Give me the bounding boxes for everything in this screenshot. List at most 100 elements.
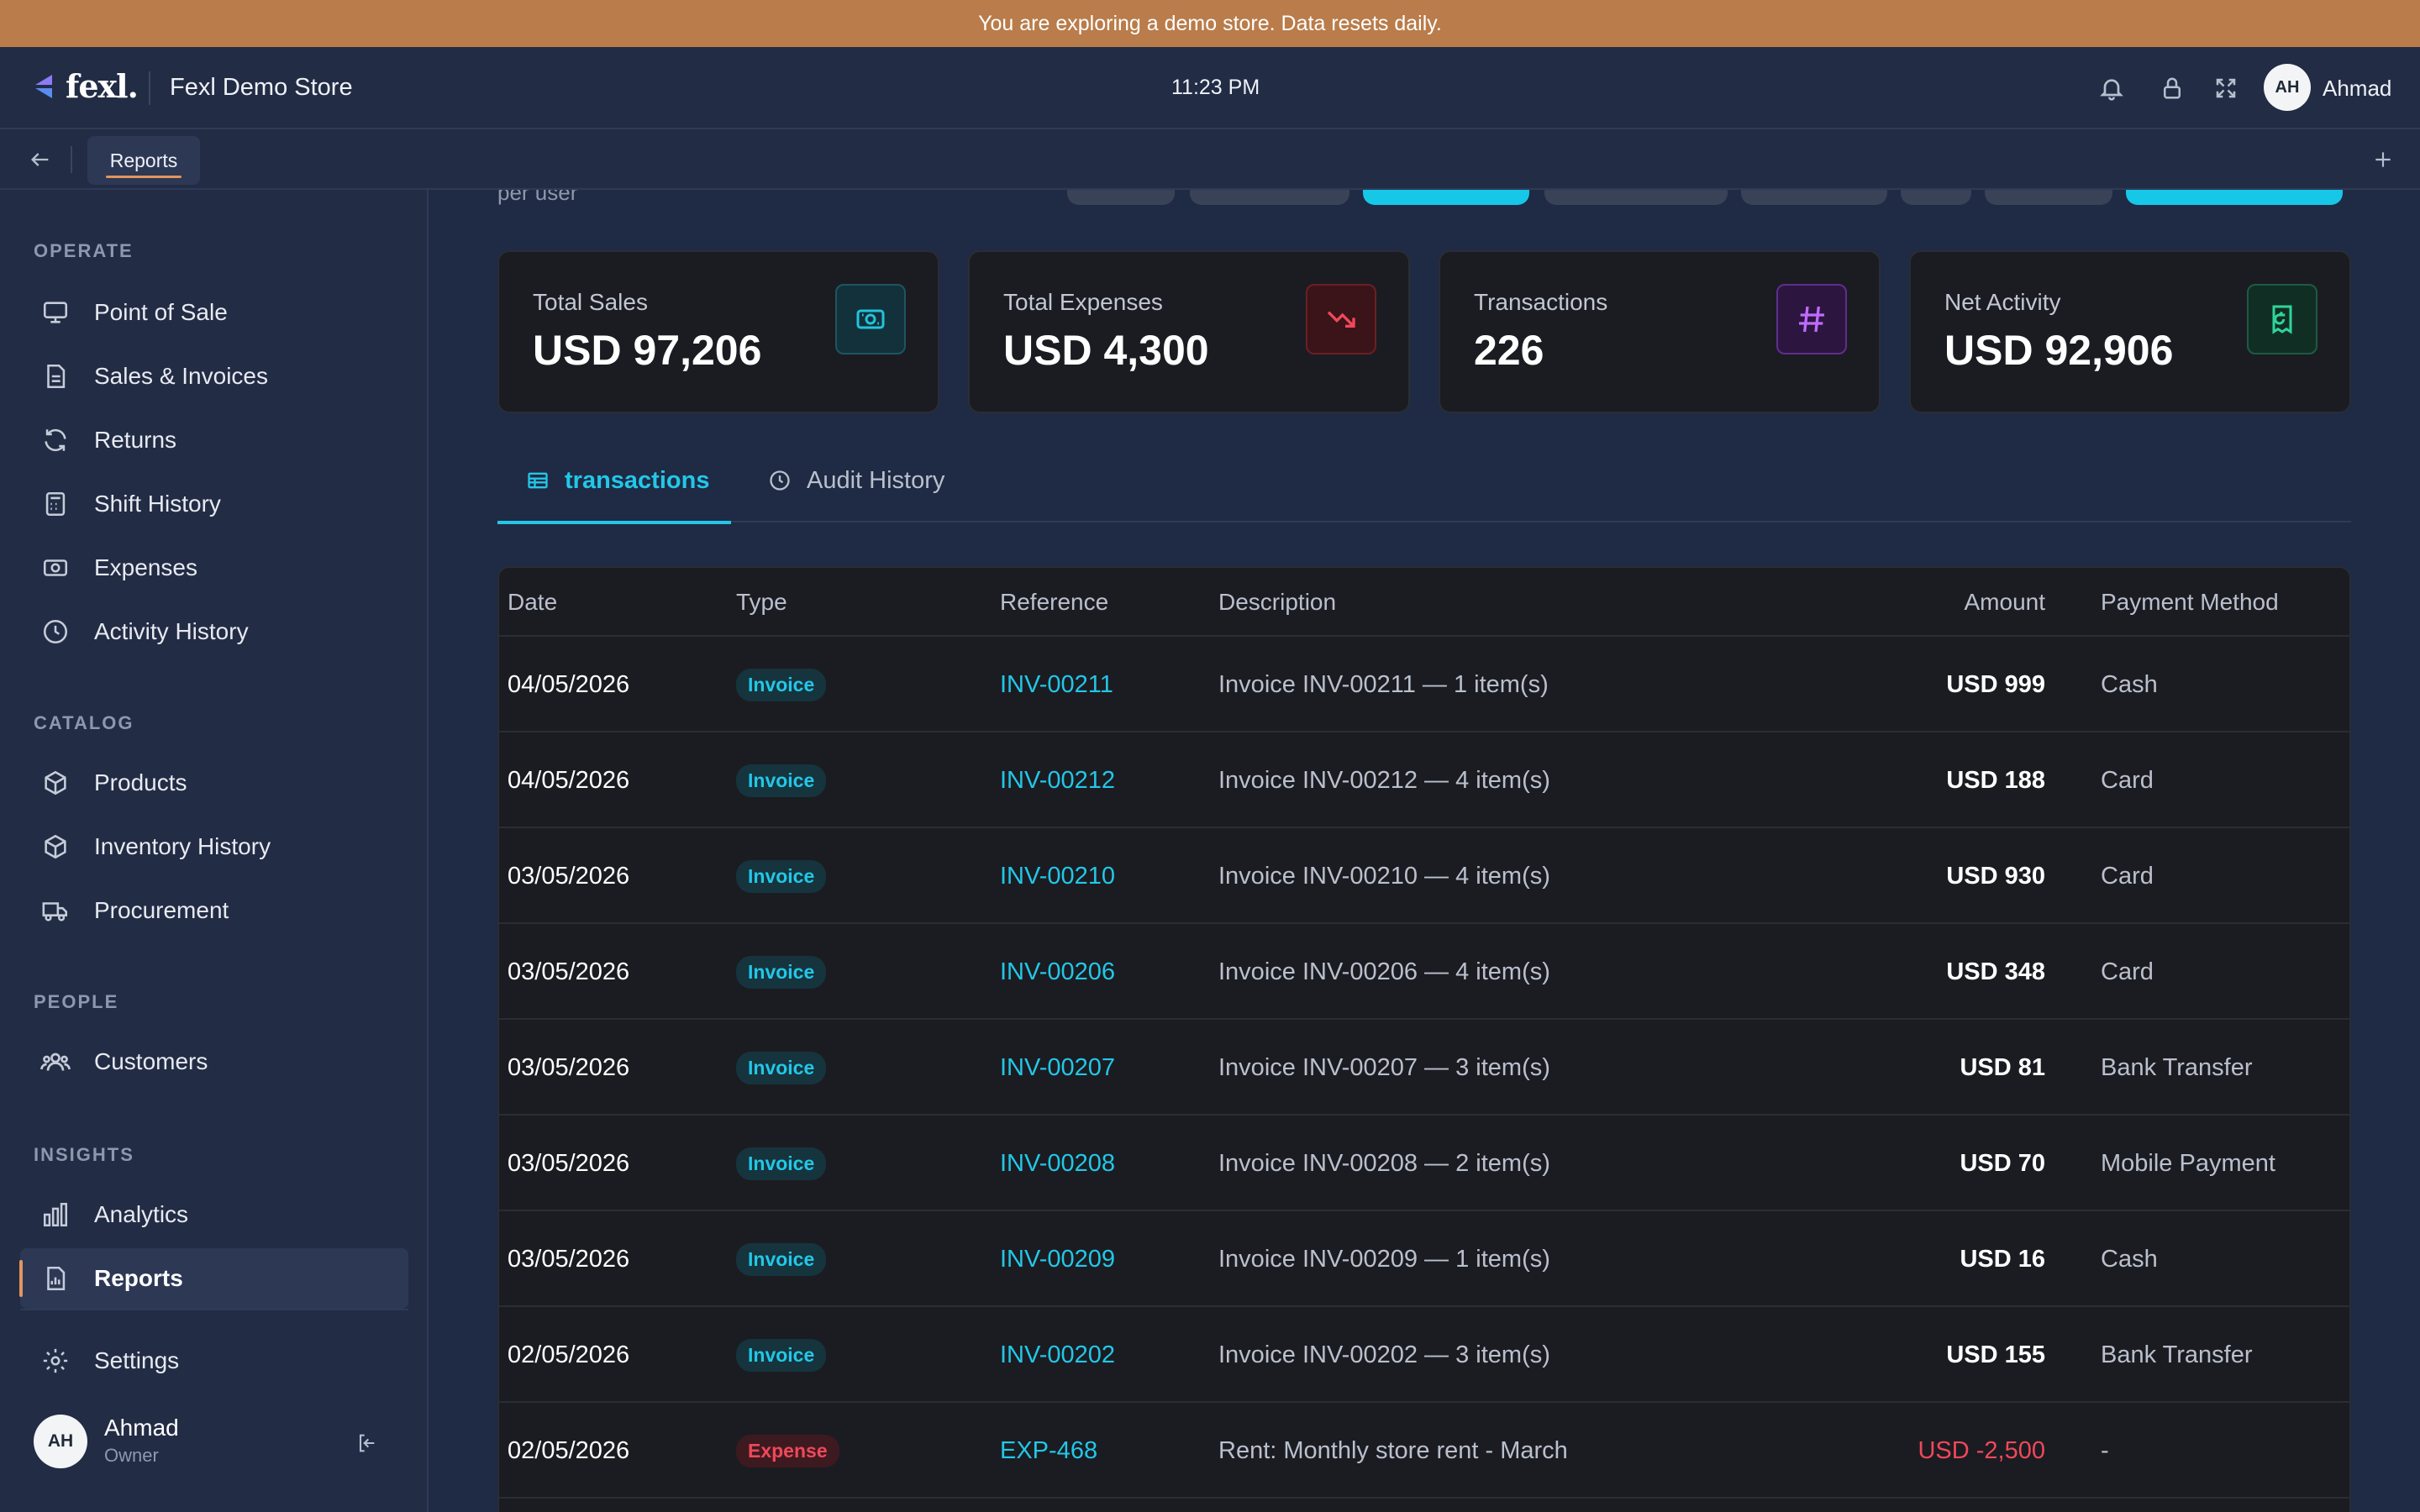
cell-amount: USD 188 (1946, 766, 2045, 794)
sidebar-item-label: Activity History (94, 618, 249, 644)
store-name: Fexl Demo Store (170, 74, 353, 101)
logo-mark-icon (35, 74, 52, 98)
sidebar-item-shift-history[interactable]: Shift History (20, 474, 408, 534)
type-badge: Invoice (736, 859, 827, 893)
type-badge: Invoice (736, 668, 827, 701)
table-row[interactable]: 03/05/2026 Invoice INV-00207 Invoice INV… (499, 1020, 2349, 1116)
fullscreen-icon[interactable] (2210, 72, 2242, 104)
type-badge: Invoice (736, 955, 827, 989)
cell-reference-link[interactable]: INV-00207 (1000, 1020, 1115, 1116)
column-header-description[interactable]: Description (1218, 568, 1336, 637)
column-header-type[interactable]: Type (736, 568, 787, 637)
table-header: Date Type Reference Description Amount P… (499, 568, 2349, 637)
sidebar-item-reports[interactable]: Reports (19, 1248, 408, 1309)
table-row[interactable]: 04/05/2026 Invoice INV-00211 Invoice INV… (499, 637, 2349, 732)
lock-icon[interactable] (2156, 72, 2188, 104)
clock-icon (39, 615, 72, 648)
cell-reference-link[interactable]: INV-00208 (1000, 1116, 1115, 1211)
sidebar-item-label: Expenses (94, 554, 197, 580)
scrolled-text: per user (497, 190, 578, 205)
sidebar-item-settings[interactable]: Settings (20, 1331, 408, 1391)
cell-reference-link[interactable]: INV-00206 (1000, 924, 1115, 1020)
column-header-payment-method[interactable]: Payment Method (2101, 568, 2279, 637)
box-icon (39, 766, 72, 800)
sidebar-item-procurement[interactable]: Procurement (20, 880, 408, 941)
clock-icon (766, 467, 793, 494)
sidebar-user-name: Ahmad (104, 1415, 179, 1441)
stat-title: Total Expenses (1003, 289, 1163, 315)
stat-value: USD 4,300 (1003, 327, 1209, 374)
tab-transactions[interactable]: transactions (497, 438, 731, 524)
sidebar-item-label: Procurement (94, 897, 229, 923)
table-row[interactable]: 03/05/2026 Invoice INV-00208 Invoice INV… (499, 1116, 2349, 1211)
cell-date: 04/05/2026 (508, 670, 630, 698)
sidebar-item-label: Analytics (94, 1201, 189, 1227)
user-avatar[interactable]: AH (2264, 64, 2311, 111)
bell-icon[interactable] (2096, 72, 2128, 104)
cell-type: Invoice (736, 828, 827, 924)
back-arrow-icon[interactable] (24, 143, 57, 176)
stat-value: 226 (1474, 327, 1544, 374)
column-header-amount[interactable]: Amount (1844, 568, 2046, 637)
cell-description: Invoice INV-00202 — 3 item(s) (1218, 1341, 1550, 1368)
open-tab-reports[interactable]: Reports (87, 136, 200, 185)
cell-reference-link[interactable]: INV-00212 (1000, 732, 1115, 828)
cell-type: Invoice (736, 924, 827, 1020)
tab-audit-history[interactable]: Audit History (766, 438, 944, 522)
hash-icon (1776, 284, 1847, 354)
cell-reference-link[interactable]: EXP-468 (1000, 1403, 1097, 1499)
sidebar-user-role: Owner (104, 1445, 159, 1466)
logout-icon[interactable] (350, 1426, 383, 1460)
stat-value: USD 92,906 (1944, 327, 2174, 374)
column-header-reference[interactable]: Reference (1000, 568, 1108, 637)
filter-chip[interactable] (1067, 190, 1175, 205)
cell-reference-link[interactable]: INV-00209 (1000, 1211, 1115, 1307)
monitor-icon (39, 296, 72, 329)
report-tabs: transactions Audit History (497, 438, 2351, 524)
sidebar-avatar-initials: AH (47, 1431, 74, 1451)
table-row[interactable]: 03/05/2026 Invoice INV-00206 Invoice INV… (499, 924, 2349, 1020)
cell-reference-link[interactable]: INV-00202 (1000, 1307, 1115, 1403)
table-row[interactable]: 03/05/2026 Invoice INV-00210 Invoice INV… (499, 828, 2349, 924)
tabbar-divider (71, 146, 72, 173)
truck-icon (39, 894, 72, 927)
table-row[interactable]: 02/05/2026 Expense EXP-468 Rent: Monthly… (499, 1403, 2349, 1499)
table-row[interactable]: 04/05/2026 Invoice INV-00212 Invoice INV… (499, 732, 2349, 828)
sidebar-item-inventory-history[interactable]: Inventory History (20, 816, 408, 877)
filter-chip[interactable] (1741, 190, 1887, 205)
sidebar: OPERATE Point of Sale Sales & Invoices R… (0, 190, 429, 1512)
document-icon (39, 360, 72, 393)
filter-chip-active[interactable] (1363, 190, 1529, 205)
table-row[interactable]: 02/05/2026 Invoice INV-00202 Invoice INV… (499, 1307, 2349, 1403)
sidebar-item-expenses[interactable]: Expenses (20, 538, 408, 598)
sidebar-item-activity-history[interactable]: Activity History (20, 601, 408, 662)
filter-chip[interactable] (1544, 190, 1728, 205)
cell-payment-method: Bank Transfer (2101, 1053, 2253, 1081)
add-tab-icon[interactable] (2366, 143, 2400, 176)
filter-chip-active[interactable] (2126, 190, 2343, 205)
cell-reference-link[interactable]: INV-00211 (1000, 637, 1113, 732)
cell-date: 03/05/2026 (508, 958, 630, 985)
sidebar-item-analytics[interactable]: Analytics (20, 1184, 408, 1245)
filter-chip[interactable] (1901, 190, 1971, 205)
user-name[interactable]: Ahmad (2323, 76, 2391, 102)
column-header-date[interactable]: Date (508, 568, 557, 637)
filter-chip[interactable] (1190, 190, 1349, 205)
clock: 11:23 PM (1171, 76, 1260, 99)
table-row[interactable]: 03/05/2026 Invoice INV-00209 Invoice INV… (499, 1211, 2349, 1307)
sidebar-item-point-of-sale[interactable]: Point of Sale (20, 282, 408, 343)
sidebar-item-customers[interactable]: Customers (20, 1032, 408, 1092)
sidebar-item-sales-invoices[interactable]: Sales & Invoices (20, 346, 408, 407)
cell-date: 03/05/2026 (508, 1053, 630, 1081)
sidebar-avatar[interactable]: AH (34, 1415, 87, 1468)
cell-description: Invoice INV-00208 — 2 item(s) (1218, 1149, 1550, 1177)
active-tab-indicator (106, 176, 182, 178)
filter-chip[interactable] (1985, 190, 2112, 205)
cell-reference-link[interactable]: INV-00210 (1000, 828, 1115, 924)
sidebar-item-returns[interactable]: Returns (20, 410, 408, 470)
cell-type: Invoice (736, 637, 827, 732)
users-icon (39, 1045, 72, 1079)
sidebar-item-products[interactable]: Products (20, 753, 408, 813)
logo[interactable]: fexl. (27, 67, 139, 105)
section-people: PEOPLE (34, 991, 119, 1012)
